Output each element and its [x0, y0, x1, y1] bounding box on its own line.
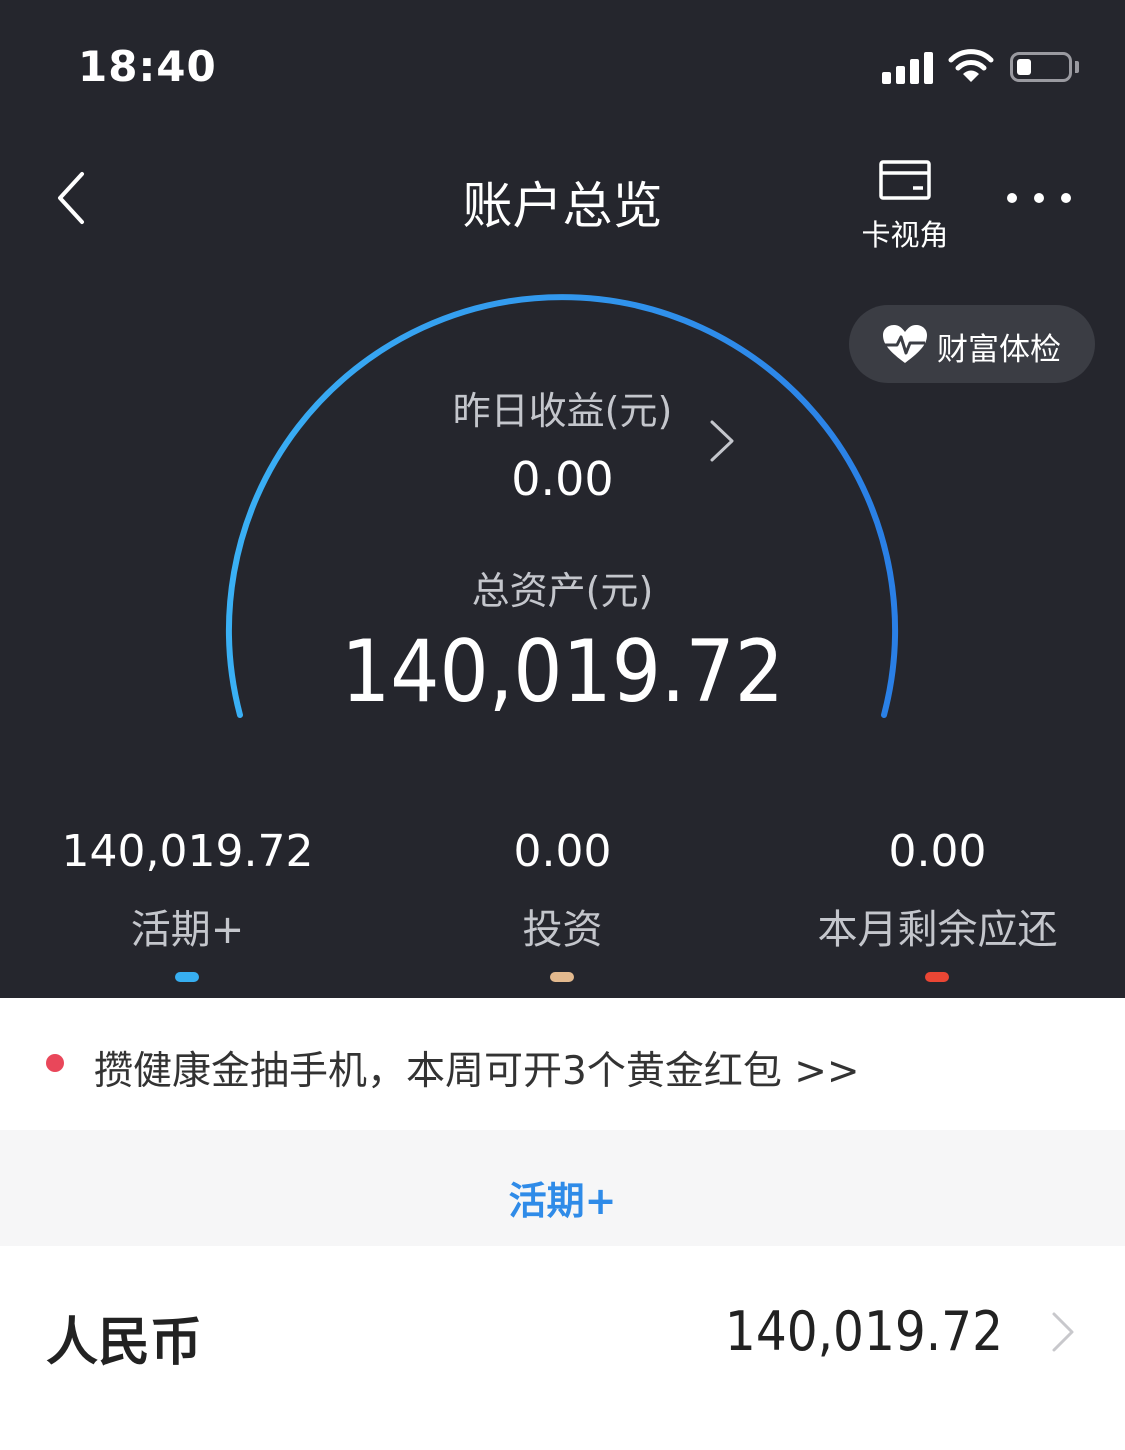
summary-label: 活期+: [130, 907, 245, 953]
promo-text: 攒健康金抽手机，本周可开3个黄金红包 >>: [94, 1049, 860, 1094]
total-assets-label: 总资产(元): [471, 569, 654, 613]
section-title: 活期+: [508, 1179, 617, 1223]
summary-value: 0.00: [888, 826, 987, 877]
promo-dot-icon: [46, 1054, 64, 1072]
summary-value: 0.00: [513, 826, 612, 877]
summary-item-current[interactable]: 140,019.72 活期+: [0, 826, 375, 982]
currency-balance: 140,019.72: [724, 1300, 1003, 1363]
summary-item-repayment[interactable]: 0.00 本月剩余应还: [750, 826, 1125, 982]
section-header: 活期+: [0, 1130, 1125, 1246]
summary-item-investment[interactable]: 0.00 投资: [375, 826, 750, 982]
promo-banner[interactable]: 攒健康金抽手机，本周可开3个黄金红包 >>: [0, 998, 1125, 1130]
currency-label: 人民币: [46, 1313, 203, 1373]
chevron-right-icon[interactable]: [1050, 1310, 1076, 1354]
summary-label: 本月剩余应还: [817, 907, 1058, 953]
yesterday-earnings-label: 昨日收益(元): [452, 389, 673, 433]
yesterday-earnings-value: 0.00: [511, 452, 614, 506]
summary-indicator: [925, 972, 949, 982]
account-row[interactable]: 人民币 140,019.72: [0, 1246, 1125, 1450]
summary-indicator: [550, 972, 574, 982]
summary-label: 投资: [522, 907, 603, 953]
summary-value: 140,019.72: [61, 826, 314, 877]
summary-indicator: [175, 972, 199, 982]
total-assets-value: 140,019.72: [341, 622, 784, 722]
